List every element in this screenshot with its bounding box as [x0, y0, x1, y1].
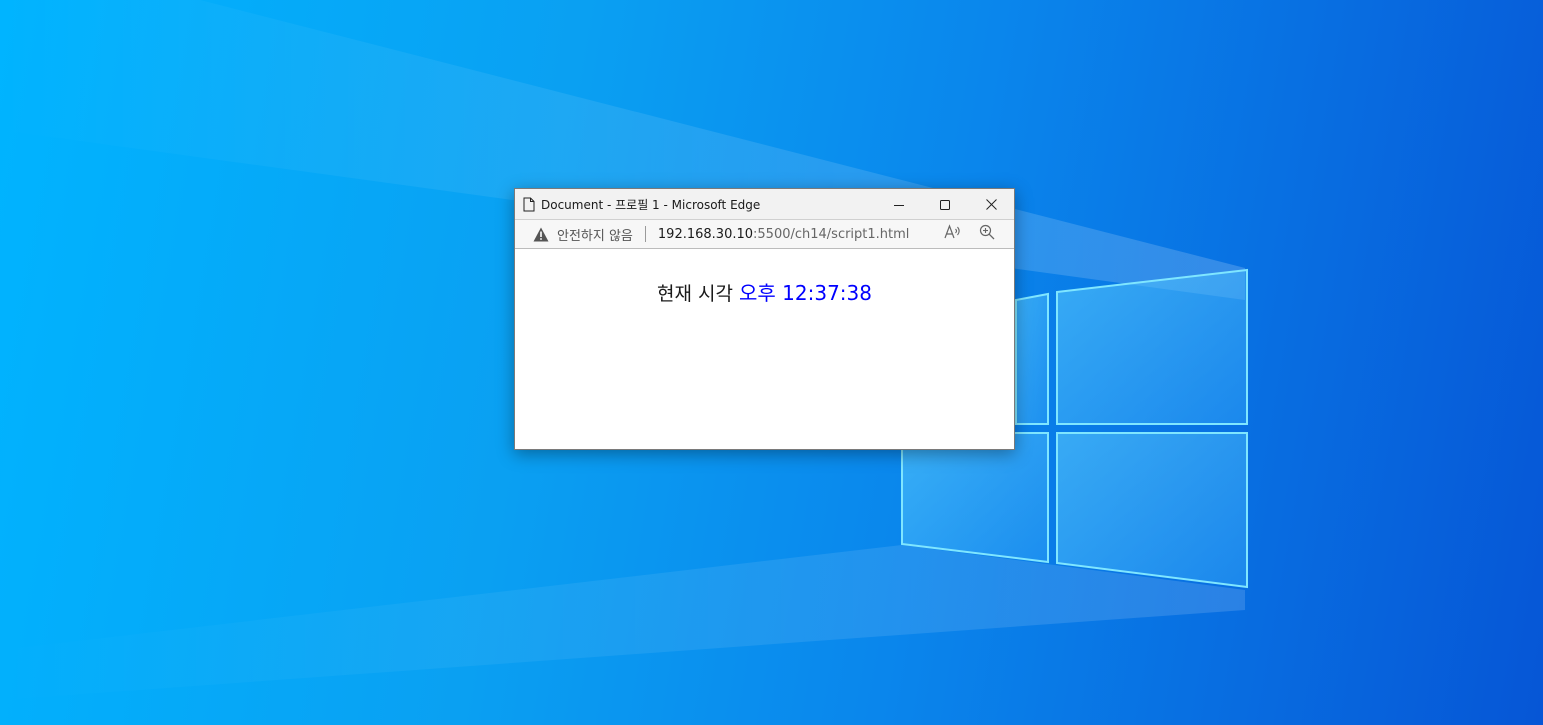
- title-bar[interactable]: Document - 프로필 1 - Microsoft Edge: [515, 189, 1014, 219]
- maximize-icon: [940, 195, 950, 214]
- security-status-label[interactable]: 안전하지 않음: [557, 225, 633, 244]
- address-bar-actions: [936, 220, 1004, 248]
- maximize-button[interactable]: [922, 189, 968, 219]
- window-title: Document - 프로필 1 - Microsoft Edge: [541, 197, 761, 212]
- document-icon: [522, 196, 536, 212]
- window-controls: [876, 189, 1014, 219]
- read-aloud-icon: [944, 224, 962, 244]
- zoom-in-icon: [979, 224, 995, 244]
- address-bar[interactable]: 안전하지 않음 192.168.30.10:5500/ch14/script1.…: [515, 219, 1014, 249]
- clock-label: 현재 시각: [657, 283, 733, 305]
- minimize-button[interactable]: [876, 189, 922, 219]
- close-icon: [985, 195, 997, 214]
- close-button[interactable]: [968, 189, 1014, 219]
- warning-icon[interactable]: [533, 226, 549, 242]
- clock-line: 현재 시각 오후 12:37:38: [515, 277, 1014, 306]
- page-content: 현재 시각 오후 12:37:38: [515, 249, 1014, 449]
- url-host: 192.168.30.10: [657, 226, 754, 242]
- browser-window: Document - 프로필 1 - Microsoft Edge 안전하지 않…: [514, 188, 1015, 450]
- minimize-icon: [894, 195, 904, 214]
- address-divider: [644, 226, 646, 242]
- url-path: :5500/ch14/script1.html: [753, 226, 910, 242]
- zoom-button[interactable]: [970, 220, 1004, 248]
- url-text[interactable]: 192.168.30.10:5500/ch14/script1.html: [658, 227, 910, 242]
- read-aloud-button[interactable]: [936, 220, 970, 248]
- clock-value: 오후 12:37:38: [739, 281, 872, 305]
- desktop-background: Document - 프로필 1 - Microsoft Edge 안전하지 않…: [0, 0, 1543, 725]
